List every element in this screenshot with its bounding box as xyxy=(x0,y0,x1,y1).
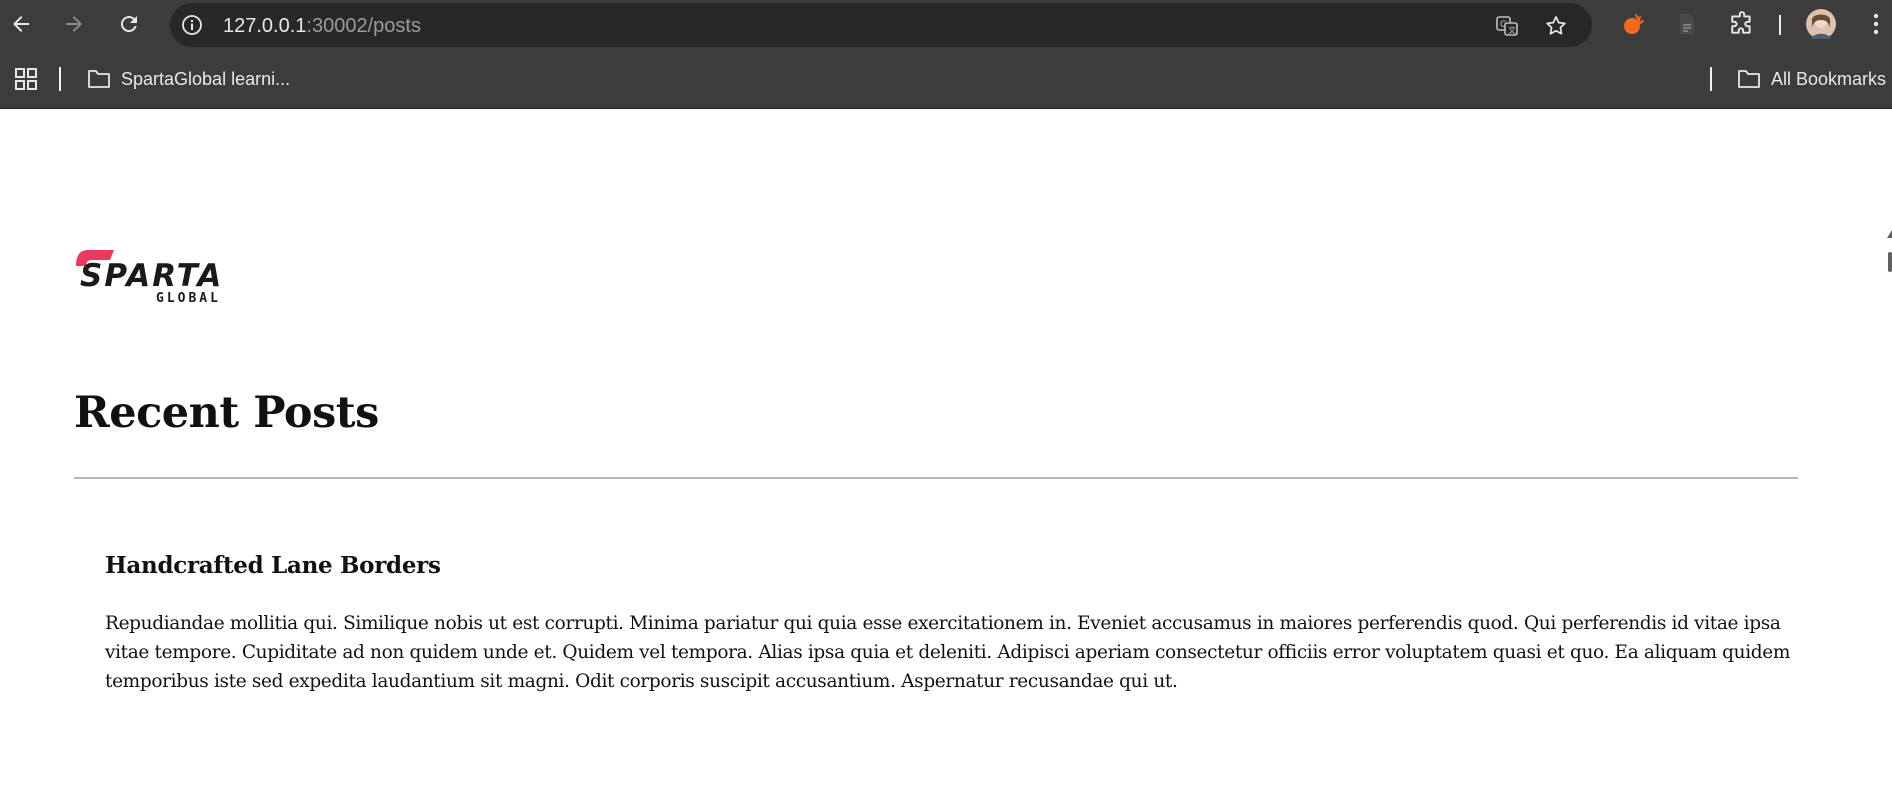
url-host: 127.0.0.1 xyxy=(223,15,307,37)
bookmark-folder-spartaglobal[interactable]: SpartaGlobal learni... xyxy=(87,67,290,91)
folder-icon xyxy=(88,70,110,88)
reload-icon xyxy=(120,16,137,33)
svg-text:文: 文 xyxy=(1508,25,1516,35)
post-title[interactable]: Handcrafted Lane Borders xyxy=(105,552,1795,579)
forward-arrow-icon xyxy=(66,16,82,32)
reload-button[interactable] xyxy=(113,8,145,40)
scrollbar-edge[interactable] xyxy=(1887,230,1892,272)
post-card: Handcrafted Lane Borders Repudiandae mol… xyxy=(105,552,1795,696)
kebab-menu-icon xyxy=(1873,13,1879,35)
browser-toolbar: 127.0.0.1:30002/posts G 文 xyxy=(0,0,1892,49)
url-path: :30002/posts xyxy=(306,15,421,37)
post-body: Repudiandae mollitia qui. Similique nobi… xyxy=(105,613,1791,692)
title-divider xyxy=(74,477,1798,479)
forward-button[interactable] xyxy=(58,8,90,40)
document-icon xyxy=(1680,14,1694,34)
site-info-icon[interactable] xyxy=(181,14,203,36)
logo-text: SPARTA xyxy=(80,258,223,294)
toolbar-divider xyxy=(1779,15,1781,35)
extension-orange-icon[interactable] xyxy=(1619,10,1647,38)
folder-icon xyxy=(1738,70,1760,88)
bookmark-folder-label: SpartaGlobal learni... xyxy=(121,68,291,89)
bookmarks-separator xyxy=(59,67,61,91)
all-bookmarks-button[interactable]: All Bookmarks xyxy=(1737,67,1886,91)
browser-menu-button[interactable] xyxy=(1862,10,1890,38)
puzzle-icon xyxy=(1731,11,1751,34)
bookmarks-bar: SpartaGlobal learni... All Bookmarks xyxy=(0,49,1892,109)
extensions-button[interactable] xyxy=(1728,10,1756,38)
sparta-global-logo[interactable]: SPARTA GLOBAL xyxy=(74,244,230,304)
url-text[interactable]: 127.0.0.1:30002/posts xyxy=(223,15,421,37)
page-viewport: SPARTA GLOBAL Recent Posts Handcrafted L… xyxy=(0,110,1892,785)
hand-icon xyxy=(1624,14,1644,34)
back-arrow-icon xyxy=(13,16,29,32)
extension-doc-icon[interactable] xyxy=(1673,10,1701,38)
address-bar[interactable]: 127.0.0.1:30002/posts G 文 xyxy=(170,3,1592,47)
translate-icon[interactable]: G 文 xyxy=(1495,14,1519,38)
logo-subtext: GLOBAL xyxy=(156,291,221,304)
bookmarks-separator-right xyxy=(1710,67,1712,91)
back-button[interactable] xyxy=(5,8,37,40)
profile-avatar[interactable] xyxy=(1805,8,1837,40)
avatar-icon xyxy=(1806,9,1836,39)
star-icon[interactable] xyxy=(1544,14,1568,38)
apps-button[interactable] xyxy=(14,67,38,91)
page-title: Recent Posts xyxy=(74,388,379,438)
apps-grid-icon xyxy=(15,68,37,90)
all-bookmarks-label: All Bookmarks xyxy=(1771,68,1887,89)
